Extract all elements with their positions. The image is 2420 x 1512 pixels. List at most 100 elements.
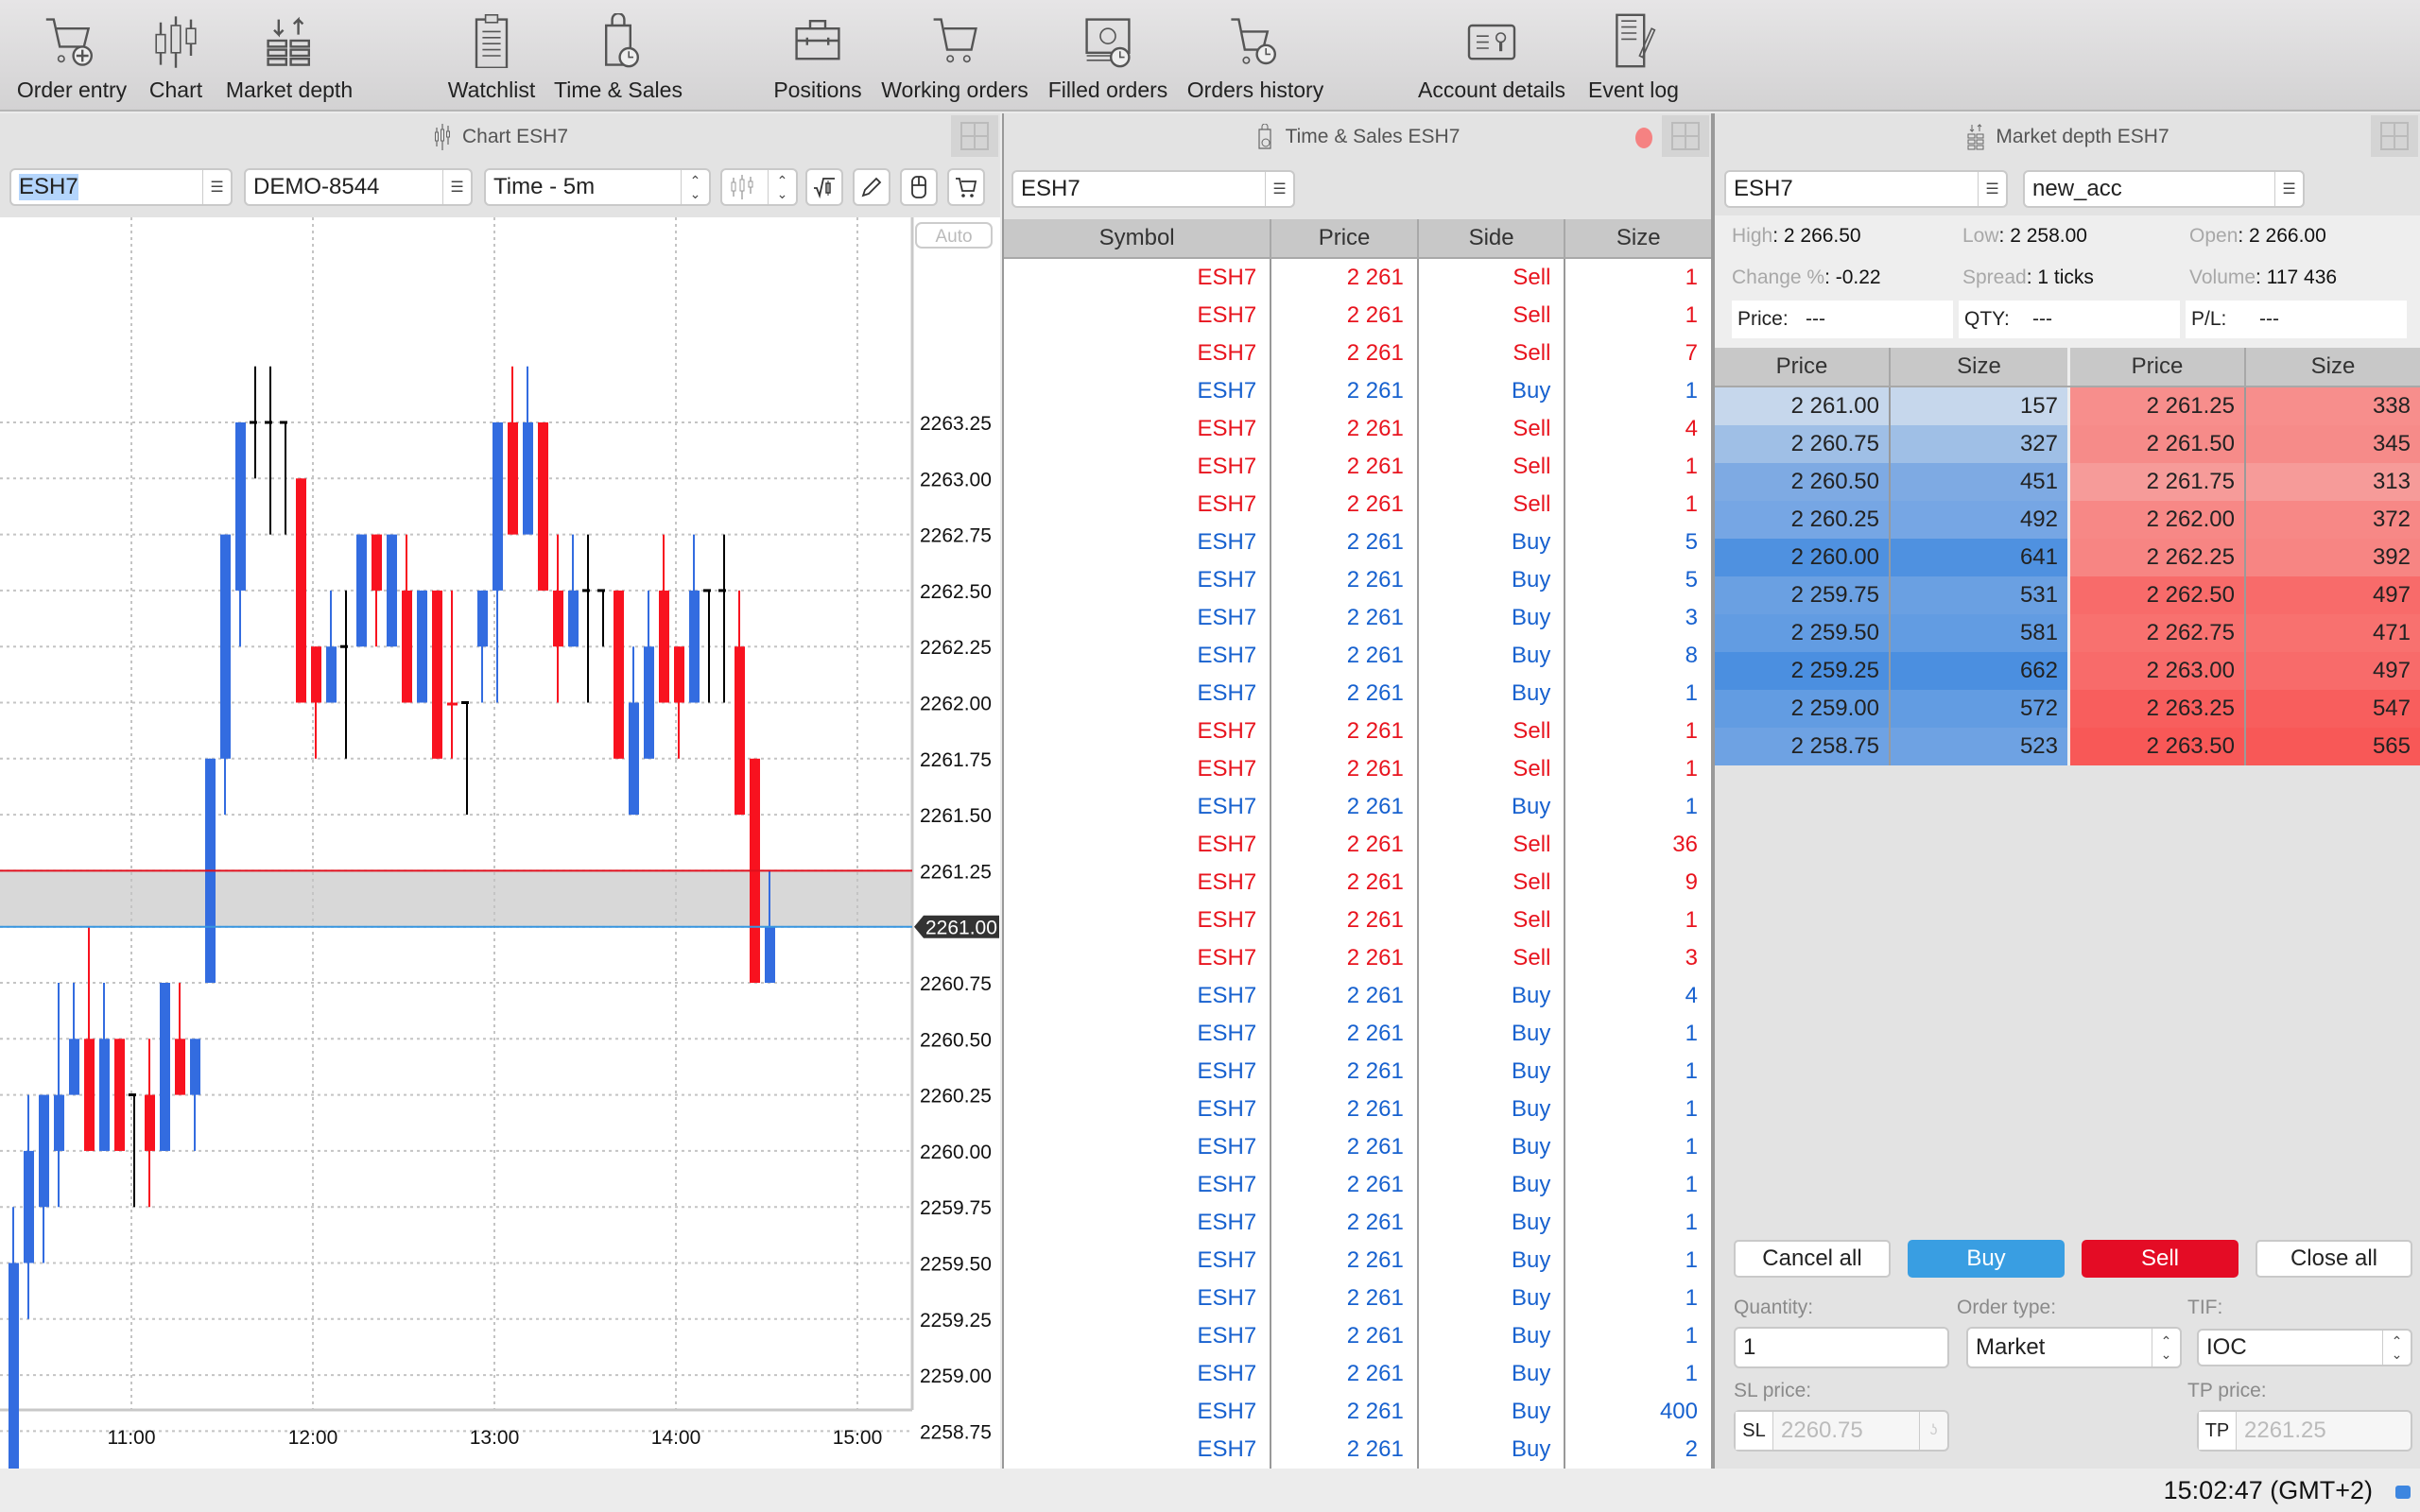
depth-symbol-field[interactable]: ESH7 ☰ (1724, 170, 2008, 208)
candle-body (99, 1039, 110, 1151)
ask-size: 497 (2246, 652, 2420, 690)
ts-table-row[interactable]: ESH7 2 261 Buy 4 (1004, 977, 1711, 1015)
column-header-symbol[interactable]: Symbol (1004, 219, 1272, 257)
ts-table-row[interactable]: ESH7 2 261 Buy 1 (1004, 1355, 1711, 1393)
column-header-price[interactable]: Price (1271, 219, 1419, 257)
toolbar-watchlist[interactable]: Watchlist (442, 13, 541, 103)
ts-table-row[interactable]: ESH7 2 261 Sell 1 (1004, 750, 1711, 788)
ts-table-row[interactable]: ESH7 2 261 Buy 5 (1004, 561, 1711, 599)
ts-cell-side: Buy (1419, 1317, 1566, 1355)
depth-table-row[interactable]: 2 260.75 327 2 261.50 345 (1715, 425, 2420, 463)
toolbar-positions[interactable]: Positions (768, 13, 868, 103)
tp-price-input[interactable]: TP 2261.25 (2197, 1410, 2412, 1452)
ts-cell-size: 1 (1685, 1285, 1698, 1311)
column-header-size[interactable]: Size (1565, 219, 1711, 257)
depth-table-row[interactable]: 2 259.50 581 2 262.75 471 (1715, 614, 2420, 652)
ts-table-row[interactable]: ESH7 2 261 Sell 1 (1004, 902, 1711, 939)
list-icon[interactable]: ☰ (442, 170, 471, 204)
toolbar-chart[interactable]: Chart (146, 13, 206, 103)
toolbar-order-entry[interactable]: Order entry (13, 13, 130, 103)
hook-icon[interactable]: ʖ (1919, 1412, 1947, 1450)
drawing-tools-button[interactable] (853, 168, 890, 206)
list-icon[interactable]: ☰ (202, 170, 231, 204)
toolbar-account-details[interactable]: Account details (1414, 13, 1569, 103)
chart-plot-area[interactable]: 2263.25 2263.00 2262.75 2262.50 2262.25 2262.… (0, 217, 1000, 1512)
position-pl: P/L: --- (2186, 301, 2407, 338)
column-header-side[interactable]: Side (1419, 219, 1566, 257)
pencil-icon (861, 177, 882, 198)
ts-table-row[interactable]: ESH7 2 261 Buy 1 (1004, 372, 1711, 410)
candle-body (417, 590, 427, 703)
toolbar-orders-history[interactable]: Orders history (1184, 13, 1327, 103)
chart-trade-button[interactable] (947, 168, 985, 206)
layout-toggle-button[interactable] (951, 115, 998, 157)
depth-table-row[interactable]: 2 260.50 451 2 261.75 313 (1715, 463, 2420, 501)
ts-table-row[interactable]: ESH7 2 261 Buy 1 (1004, 1204, 1711, 1242)
ts-table-row[interactable]: ESH7 2 261 Buy 1 (1004, 1317, 1711, 1355)
depth-table-row[interactable]: 2 261.00 157 2 261.25 338 (1715, 387, 2420, 425)
ts-table-row[interactable]: ESH7 2 261 Sell 1 (1004, 448, 1711, 486)
ts-table-row[interactable]: ESH7 2 261 Buy 3 (1004, 599, 1711, 637)
close-all-button[interactable]: Close all (2256, 1240, 2412, 1278)
ts-table-row[interactable]: ESH7 2 261 Buy 1 (1004, 1128, 1711, 1166)
ts-cell-side: Buy (1419, 788, 1566, 826)
mouse-mode-button[interactable] (900, 168, 938, 206)
toolbar-label: Orders history (1186, 77, 1324, 102)
ts-table-row[interactable]: ESH7 2 261 Buy 1 (1004, 1166, 1711, 1204)
indicators-button[interactable] (805, 168, 843, 206)
depth-account-field[interactable]: new_acc ☰ (2023, 170, 2305, 208)
sl-price-input[interactable]: SL 2260.75 ʖ (1734, 1410, 1949, 1452)
ts-table-row[interactable]: ESH7 2 261 Sell 1 (1004, 486, 1711, 524)
depth-table-row[interactable]: 2 260.00 641 2 262.25 392 (1715, 539, 2420, 576)
depth-table-row[interactable]: 2 259.25 662 2 263.00 497 (1715, 652, 2420, 690)
chart-symbol-field[interactable]: ESH7 ☰ (9, 168, 233, 206)
chart-type-select[interactable]: ⌃ ⌄ (720, 168, 798, 206)
ts-table-row[interactable]: ESH7 2 261 Buy 1 (1004, 1015, 1711, 1053)
toolbar-event-log[interactable]: Event log (1584, 13, 1683, 103)
ts-table-row[interactable]: ESH7 2 261 Sell 1 (1004, 259, 1711, 297)
ts-table-row[interactable]: ESH7 2 261 Buy 1 (1004, 1242, 1711, 1280)
ts-table-row[interactable]: ESH7 2 261 Sell 4 (1004, 410, 1711, 448)
cancel-all-button[interactable]: Cancel all (1734, 1240, 1891, 1278)
ts-table-row[interactable]: ESH7 2 261 Buy 1 (1004, 1091, 1711, 1128)
buy-button[interactable]: Buy (1908, 1240, 2065, 1278)
ts-table-row[interactable]: ESH7 2 261 Buy 1 (1004, 675, 1711, 713)
ts-table-row[interactable]: ESH7 2 261 Sell 36 (1004, 826, 1711, 864)
timeframe-select[interactable]: Time - 5m ⌃ ⌄ (484, 168, 711, 206)
list-icon[interactable]: ☰ (1265, 172, 1293, 206)
layout-toggle-button[interactable] (2371, 115, 2418, 157)
toolbar-filled-orders[interactable]: Filled orders (1046, 13, 1170, 103)
list-icon[interactable]: ☰ (2274, 172, 2303, 206)
ts-table-row[interactable]: ESH7 2 261 Buy 1 (1004, 1053, 1711, 1091)
depth-table-row[interactable]: 2 259.75 531 2 262.50 497 (1715, 576, 2420, 614)
ts-table-row[interactable]: ESH7 2 261 Buy 5 (1004, 524, 1711, 561)
ts-table-row[interactable]: ESH7 2 261 Buy 1 (1004, 788, 1711, 826)
ts-cell-size: 1 (1685, 1323, 1698, 1349)
ts-table-row[interactable]: ESH7 2 261 Buy 8 (1004, 637, 1711, 675)
toolbar-working-orders[interactable]: Working orders (879, 13, 1030, 103)
ts-symbol-field[interactable]: ESH7 ☰ (1011, 170, 1295, 208)
candlestick-chart[interactable]: 2263.25 2263.00 2262.75 2262.50 2262.25 2262.… (0, 217, 1000, 1512)
depth-table-row[interactable]: 2 258.75 523 2 263.50 565 (1715, 728, 2420, 765)
ts-cell-size: 3 (1685, 945, 1698, 971)
chart-account-field[interactable]: DEMO-8544 ☰ (244, 168, 473, 206)
ts-table-row[interactable]: ESH7 2 261 Sell 1 (1004, 297, 1711, 335)
tif-select[interactable]: IOC ⌃ ⌄ (2197, 1329, 2412, 1366)
ts-table-row[interactable]: ESH7 2 261 Sell 7 (1004, 335, 1711, 372)
toolbar-time-sales[interactable]: Time & Sales (552, 13, 684, 103)
depth-table-row[interactable]: 2 259.00 572 2 263.25 547 (1715, 690, 2420, 728)
order-type-select[interactable]: Market ⌃ ⌄ (1966, 1327, 2182, 1368)
layout-toggle-button[interactable] (1662, 115, 1709, 157)
sell-button[interactable]: Sell (2082, 1240, 2238, 1278)
ts-table-row[interactable]: ESH7 2 261 Sell 3 (1004, 939, 1711, 977)
toolbar-market-depth[interactable]: Market depth (219, 13, 359, 103)
quantity-input[interactable]: 1 (1734, 1327, 1949, 1368)
ts-table-row[interactable]: ESH7 2 261 Sell 9 (1004, 864, 1711, 902)
ts-table-row[interactable]: ESH7 2 261 Buy 2 (1004, 1431, 1711, 1469)
depth-table-row[interactable]: 2 260.25 492 2 262.00 372 (1715, 501, 2420, 539)
ts-table-row[interactable]: ESH7 2 261 Sell 1 (1004, 713, 1711, 750)
ts-table-row[interactable]: ESH7 2 261 Buy 400 (1004, 1393, 1711, 1431)
ts-table-row[interactable]: ESH7 2 261 Buy 1 (1004, 1280, 1711, 1317)
list-icon[interactable]: ☰ (1978, 172, 2006, 206)
ts-cell-side: Buy (1419, 1128, 1566, 1166)
